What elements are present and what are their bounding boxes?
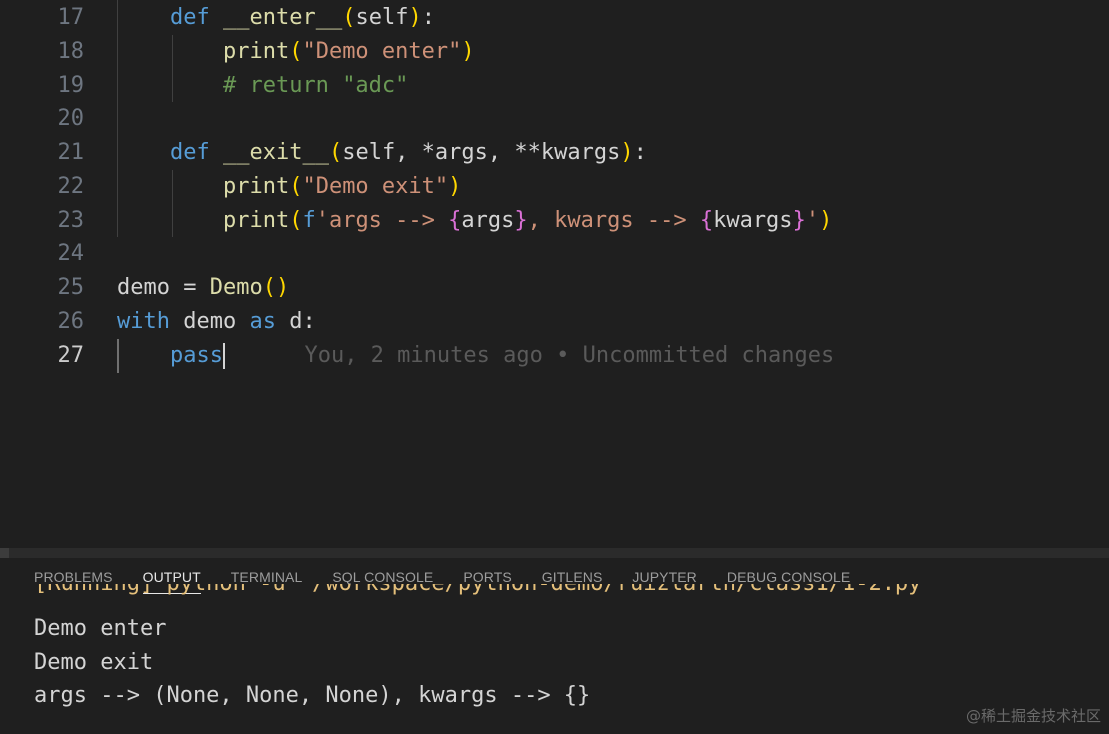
line-number: 21 [57, 140, 85, 165]
code-token: } [514, 208, 528, 233]
output-line: args --> (None, None, None), kwargs --> … [34, 683, 591, 708]
code-token: demo [169, 309, 250, 334]
output-line: Demo exit [34, 650, 154, 675]
code-token: 'args --> [315, 208, 449, 233]
code-token: args [461, 208, 515, 233]
indent-guide [117, 0, 118, 237]
indent-guide [172, 35, 173, 102]
code-text: print("Demo enter") [117, 39, 475, 65]
code-token: ( [289, 39, 303, 64]
code-token: ) [620, 140, 634, 165]
code-token: ) [819, 208, 833, 233]
code-text: def __enter__(self): [117, 5, 435, 31]
indent-guide [172, 170, 173, 237]
code-token: "Demo enter" [302, 39, 462, 64]
code-token: pass [169, 343, 223, 368]
code-line[interactable]: 17 def __enter__(self): [0, 1, 1109, 35]
code-line[interactable]: 25 demo = Demo() [0, 271, 1109, 305]
code-token: : [633, 140, 647, 165]
code-line[interactable]: 22 print("Demo exit") [0, 170, 1109, 204]
code-text: demo = Demo() [117, 275, 289, 301]
line-number: 18 [57, 39, 85, 64]
code-text: # return "adc" [117, 73, 408, 99]
code-token: demo = [117, 275, 210, 300]
code-token: print [222, 39, 290, 64]
panel-sash[interactable] [0, 548, 1109, 558]
scrollbar-thumb[interactable] [0, 548, 9, 558]
code-token: print [222, 208, 290, 233]
code-token: __exit__ [222, 140, 329, 165]
code-text: pass You, 2 minutes ago • Uncommitted ch… [117, 343, 834, 369]
output-running-line: [Running] python -u "/workspace/python-d… [34, 584, 935, 598]
code-token: ) [461, 39, 475, 64]
code-token: ( [289, 208, 303, 233]
output-line: Demo enter [34, 616, 167, 641]
code-token: Demo [209, 275, 263, 300]
code-line[interactable]: 27 pass You, 2 minutes ago • Uncommitted… [0, 339, 1109, 373]
code-text: print("Demo exit") [117, 174, 461, 200]
code-token: f [302, 208, 316, 233]
code-token: "Demo exit" [302, 174, 449, 199]
code-line[interactable]: 20 [0, 102, 1109, 136]
line-number: 25 [57, 275, 85, 300]
code-token: def [169, 140, 210, 165]
line-number: 22 [57, 174, 85, 199]
code-token: d: [275, 309, 316, 334]
code-token: __enter__ [222, 5, 343, 30]
code-token: } [792, 208, 806, 233]
line-number: 19 [57, 73, 85, 98]
code-editor[interactable]: 17 def __enter__(self): 18 print("Demo en… [0, 0, 1109, 548]
code-token: { [448, 208, 462, 233]
code-token: { [699, 208, 714, 233]
indent-guide [117, 339, 119, 373]
code-text: print(f'args --> {args}, kwargs --> {kwa… [117, 208, 832, 234]
code-token: () [262, 275, 290, 300]
code-token: ( [342, 5, 356, 30]
gitlens-blame-annotation[interactable]: You, 2 minutes ago • Uncommitted changes [304, 343, 834, 368]
code-token: , kwargs --> [527, 208, 700, 233]
code-token: "adc" [342, 73, 409, 98]
code-line[interactable]: 21 def __exit__(self, *args, **kwargs): [0, 136, 1109, 170]
bottom-panel: PROBLEMS OUTPUT TERMINAL SQL CONSOLE PORTS GI… [0, 558, 1109, 734]
code-token: ) [448, 174, 462, 199]
line-number: 20 [57, 106, 85, 131]
code-token: with [117, 309, 170, 334]
code-line[interactable]: 19 # return "adc" [0, 69, 1109, 103]
code-token: def [169, 5, 210, 30]
line-number: 26 [57, 309, 85, 334]
code-token: ) [408, 5, 422, 30]
code-token: self [355, 5, 409, 30]
line-number: 27 [57, 343, 85, 368]
code-token: as [249, 309, 276, 334]
line-number: 23 [57, 208, 85, 233]
code-token: kwargs [713, 208, 793, 233]
watermark: @稀土掘金技术社区 [965, 707, 1101, 725]
code-token: ( [328, 140, 343, 165]
line-number: 17 [57, 5, 85, 30]
code-line[interactable]: 18 print("Demo enter") [0, 35, 1109, 69]
line-number: 24 [57, 241, 85, 266]
code-token: : [421, 5, 435, 30]
code-token: # return [222, 73, 343, 98]
code-line[interactable]: 24 [0, 237, 1109, 271]
code-line[interactable]: 26 with demo as d: [0, 305, 1109, 339]
code-token: ' [805, 208, 820, 233]
code-text: def __exit__(self, *args, **kwargs): [117, 140, 647, 166]
code-line[interactable]: 23 print(f'args --> {args}, kwargs --> {… [0, 204, 1109, 238]
code-token: print [222, 174, 290, 199]
code-text: with demo as d: [117, 309, 316, 335]
code-token: ( [289, 174, 303, 199]
code-token: self, *args, **kwargs [342, 140, 621, 165]
